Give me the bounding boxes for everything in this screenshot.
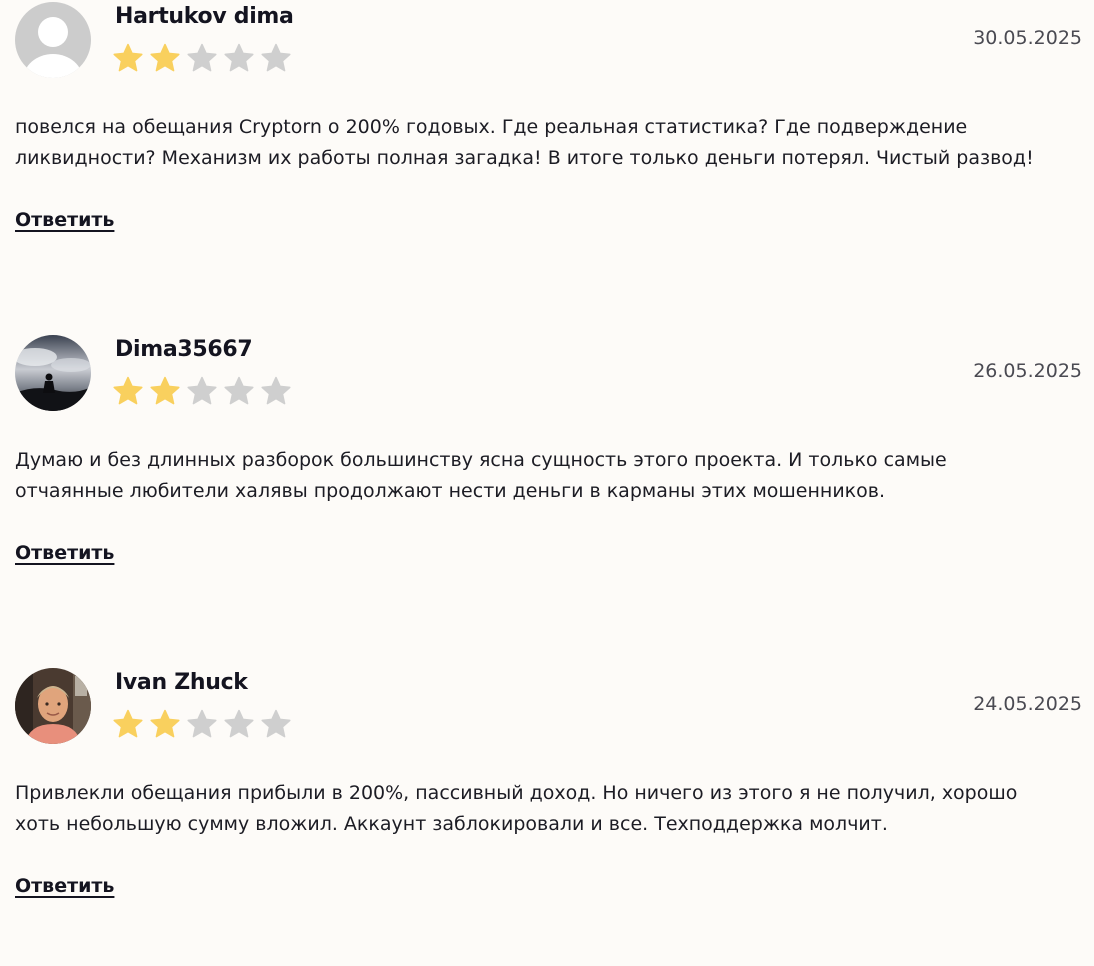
review-card: Hartukov dima 30.05.2025 повелся на обещ… <box>0 0 1094 300</box>
review-date: 30.05.2025 <box>973 27 1082 49</box>
star-filled-icon <box>150 709 180 738</box>
review-text-line: Думаю и без длинных разборок большинству… <box>15 449 947 471</box>
star-rating <box>112 42 292 74</box>
default-user-avatar <box>15 2 91 78</box>
star-filled-icon <box>113 709 143 738</box>
review-author: Ivan Zhuck <box>115 670 248 695</box>
reply-link[interactable]: Ответить <box>15 542 114 564</box>
star-empty-icon <box>187 43 217 72</box>
review-author: Dima35667 <box>115 337 253 362</box>
review-text-line: отчаянные любители халявы продолжают нес… <box>15 480 886 502</box>
review-text: повелся на обещания Cryptorn о 200% годо… <box>15 112 1083 174</box>
star-empty-icon <box>224 376 254 405</box>
review-date: 26.05.2025 <box>973 360 1082 382</box>
photo-silhouette-sky-avatar <box>15 335 91 411</box>
reply-link[interactable]: Ответить <box>15 209 114 231</box>
star-rating <box>112 708 292 740</box>
star-rating <box>112 375 292 407</box>
star-empty-icon <box>261 709 291 738</box>
star-filled-icon <box>113 43 143 72</box>
star-empty-icon <box>187 376 217 405</box>
review-author: Hartukov dima <box>115 4 294 29</box>
review-text-line: Привлекли обещания прибыли в 200%, пасси… <box>15 782 1018 804</box>
review-text: Привлекли обещания прибыли в 200%, пасси… <box>15 778 1083 840</box>
star-filled-icon <box>150 43 180 72</box>
star-empty-icon <box>261 43 291 72</box>
review-text-line: хоть небольшую сумму вложил. Аккаунт заб… <box>15 813 888 835</box>
star-empty-icon <box>261 376 291 405</box>
review-text-line: повелся на обещания Cryptorn о 200% годо… <box>15 116 968 138</box>
star-empty-icon <box>224 43 254 72</box>
review-text: Думаю и без длинных разборок большинству… <box>15 445 1083 507</box>
star-empty-icon <box>187 709 217 738</box>
photo-person-avatar <box>15 668 91 744</box>
star-empty-icon <box>224 709 254 738</box>
review-text-line: ликвидности? Механизм их работы полная з… <box>15 147 1034 169</box>
review-date: 24.05.2025 <box>973 693 1082 715</box>
star-filled-icon <box>113 376 143 405</box>
star-filled-icon <box>150 376 180 405</box>
review-card: Ivan Zhuck 24.05.2025 Привлекли обещания… <box>0 666 1094 966</box>
reply-link[interactable]: Ответить <box>15 875 114 897</box>
review-card: Dima35667 26.05.2025 Думаю и без длинных… <box>0 333 1094 633</box>
